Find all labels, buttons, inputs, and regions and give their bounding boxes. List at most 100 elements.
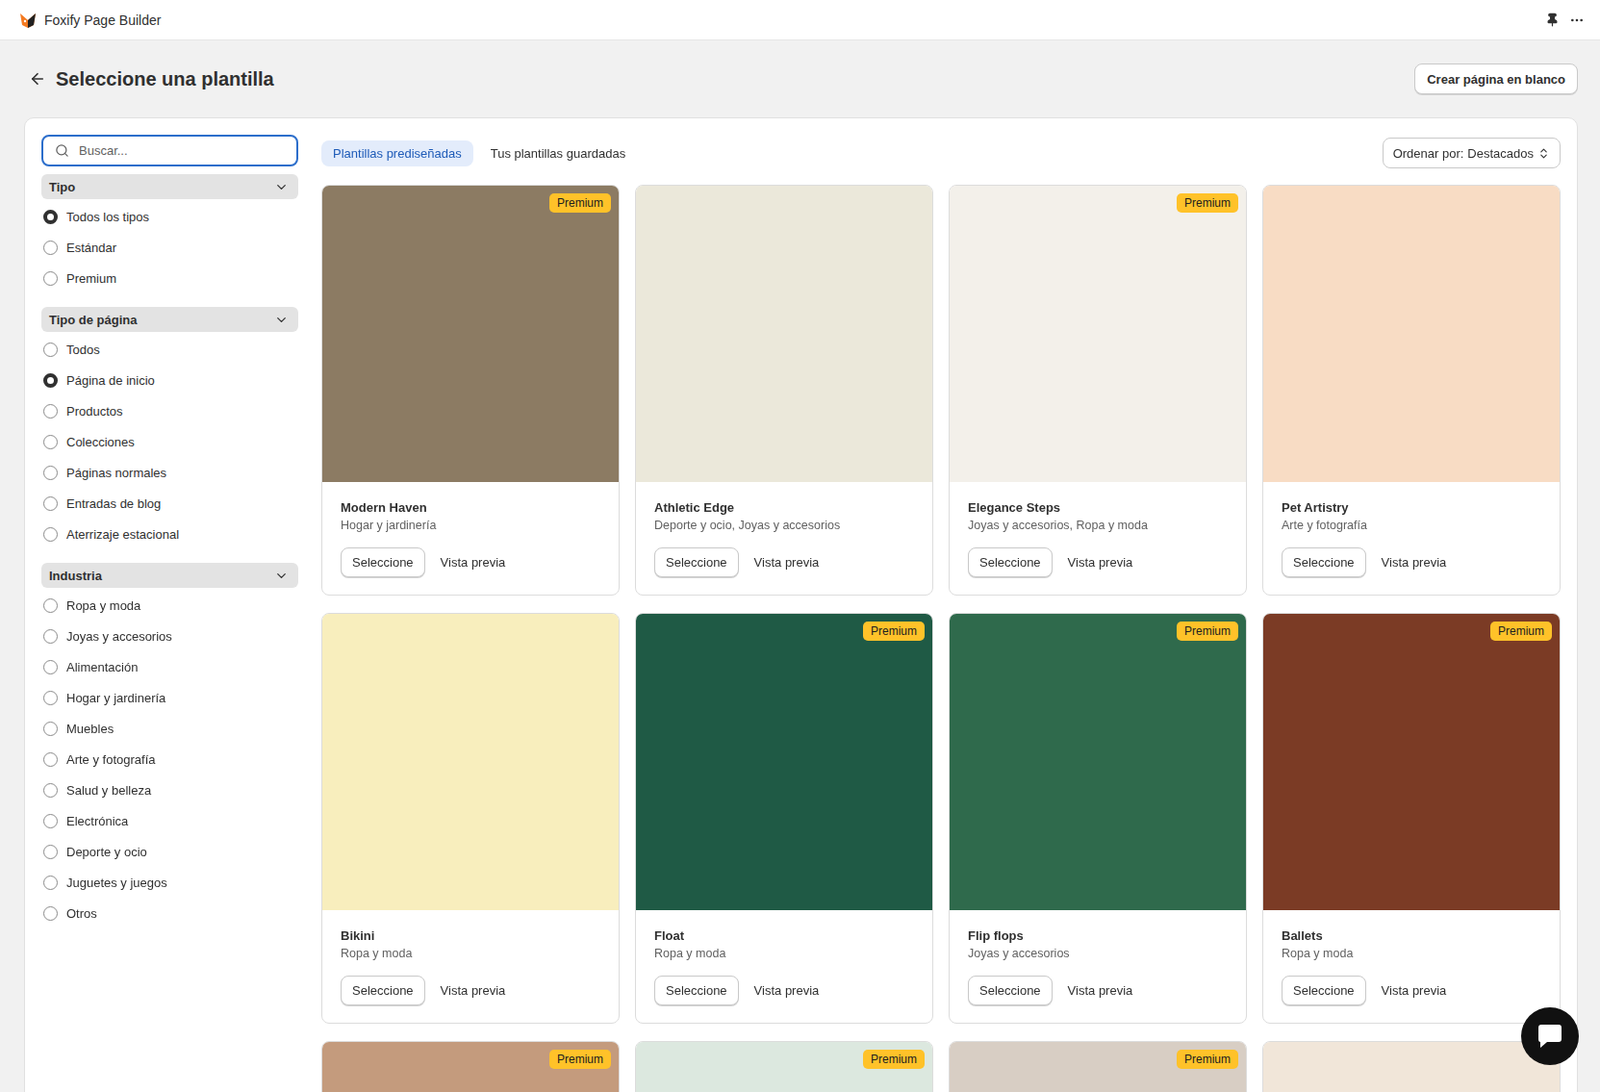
premium-badge: Premium: [549, 1049, 611, 1069]
filter-option[interactable]: Página de inicio: [41, 366, 299, 394]
radio-button[interactable]: [43, 660, 58, 675]
radio-button[interactable]: [43, 496, 58, 511]
radio-button[interactable]: [43, 598, 58, 613]
filter-section: Tipo de página Todos Página de inicio Produ…: [41, 306, 299, 548]
filter-option[interactable]: Colecciones: [41, 428, 299, 456]
pin-icon[interactable]: [1545, 12, 1560, 27]
chevron-down-icon: [274, 568, 289, 584]
select-button[interactable]: Seleccione: [967, 975, 1053, 1006]
radio-button[interactable]: [43, 813, 58, 829]
filter-option[interactable]: Hogar y jardinería: [41, 684, 299, 712]
radio-button[interactable]: [43, 373, 58, 388]
radio-button[interactable]: [43, 342, 58, 357]
radio-button[interactable]: [43, 404, 58, 419]
filter-option[interactable]: Productos: [41, 397, 299, 425]
filter-option[interactable]: Premium: [41, 264, 299, 292]
preview-button[interactable]: Vista previa: [1060, 977, 1142, 1004]
radio-button[interactable]: [43, 752, 58, 767]
radio-button[interactable]: [43, 465, 58, 481]
preview-button[interactable]: Vista previa: [1060, 549, 1142, 576]
select-button[interactable]: Seleccione: [654, 975, 739, 1006]
template-preview[interactable]: [1263, 185, 1560, 483]
filter-option[interactable]: Deporte y ocio: [41, 838, 299, 865]
up-down-icon: [1537, 147, 1550, 160]
filter-option[interactable]: Alimentación: [41, 653, 299, 681]
radio-button[interactable]: [43, 783, 58, 798]
search-field[interactable]: [41, 134, 299, 167]
radio-button[interactable]: [43, 629, 58, 644]
filter-option[interactable]: Aterrizaje estacional: [41, 520, 299, 548]
filter-option[interactable]: Páginas normales: [41, 458, 299, 486]
select-button[interactable]: Seleccione: [1281, 547, 1367, 578]
premium-badge: Premium: [1490, 621, 1552, 641]
filter-option[interactable]: Juguetes y juegos: [41, 868, 299, 896]
select-button[interactable]: Seleccione: [340, 547, 426, 578]
radio-button[interactable]: [43, 906, 58, 921]
filter-option[interactable]: Ropa y moda: [41, 591, 299, 619]
template-preview[interactable]: Premium: [949, 613, 1246, 911]
filter-option[interactable]: Joyas y accesorios: [41, 622, 299, 650]
more-icon[interactable]: [1569, 12, 1585, 28]
tab[interactable]: Plantillas prediseñadas: [321, 140, 474, 167]
template-actions: Seleccione Vista previa: [967, 547, 1228, 578]
template-name: Pet Artistry: [1281, 499, 1542, 517]
preview-button[interactable]: Vista previa: [432, 977, 514, 1004]
filter-section-header[interactable]: Tipo: [41, 174, 299, 200]
radio-button[interactable]: [43, 527, 58, 542]
template-preview[interactable]: [1263, 1041, 1560, 1092]
filter-option[interactable]: Electrónica: [41, 807, 299, 835]
template-preview[interactable]: [322, 613, 619, 911]
template-actions: Seleccione Vista previa: [654, 975, 915, 1006]
filter-option[interactable]: Todos: [41, 335, 299, 363]
radio-button[interactable]: [43, 721, 58, 737]
template-industry: Joyas y accesorios: [967, 944, 1228, 963]
blank-page-button[interactable]: Crear página en blanco: [1414, 63, 1578, 95]
radio-button[interactable]: [43, 690, 58, 706]
filter-option[interactable]: Entradas de blog: [41, 489, 299, 517]
template-preview[interactable]: Premium: [949, 1041, 1246, 1092]
preview-button[interactable]: Vista previa: [432, 549, 514, 576]
template-preview[interactable]: Premium: [322, 1041, 619, 1092]
template-preview[interactable]: Premium: [949, 185, 1246, 483]
filter-option[interactable]: Muebles: [41, 714, 299, 742]
chat-button[interactable]: [1521, 1007, 1579, 1066]
template-preview[interactable]: Premium: [1263, 613, 1560, 911]
select-button[interactable]: Seleccione: [1281, 975, 1367, 1006]
sort-select[interactable]: Ordenar por:Destacados: [1382, 137, 1561, 169]
preview-button[interactable]: Vista previa: [746, 549, 828, 576]
select-button[interactable]: Seleccione: [967, 547, 1053, 578]
radio-button[interactable]: [43, 875, 58, 890]
premium-badge: Premium: [1176, 1049, 1239, 1069]
template-name: Bikini: [340, 927, 601, 945]
template-card: PremiumFloatRopa y modaSeleccioneVista p…: [634, 612, 934, 1024]
tab[interactable]: Tus plantillas guardadas: [479, 140, 637, 167]
template-preview[interactable]: Premium: [635, 613, 933, 911]
template-card: Athletic EdgeDeporte y ocio, Joyas y acc…: [634, 184, 934, 596]
preview-button[interactable]: Vista previa: [746, 977, 828, 1004]
template-info: BalletsRopa y modaSeleccioneVista previa: [1263, 910, 1560, 1023]
filter-option[interactable]: Arte y fotografía: [41, 745, 299, 773]
filter-option[interactable]: Estándar: [41, 233, 299, 261]
radio-button[interactable]: [43, 844, 58, 860]
select-button[interactable]: Seleccione: [340, 975, 426, 1006]
filter-section-header[interactable]: Industria: [41, 562, 299, 588]
radio-button[interactable]: [43, 240, 58, 255]
preview-button[interactable]: Vista previa: [1373, 549, 1455, 576]
template-preview[interactable]: [635, 185, 933, 483]
filter-option[interactable]: Otros: [41, 899, 299, 927]
template-info: Modern HavenHogar y jardineríaSeleccione…: [322, 482, 619, 595]
preview-button[interactable]: Vista previa: [1373, 977, 1455, 1004]
template-preview[interactable]: Premium: [322, 185, 619, 483]
radio-button[interactable]: [43, 271, 58, 286]
filter-section-header[interactable]: Tipo de página: [41, 306, 299, 332]
filter-option[interactable]: Todos los tipos: [41, 203, 299, 230]
radio-button[interactable]: [43, 209, 58, 225]
template-preview[interactable]: Premium: [635, 1041, 933, 1092]
radio-button[interactable]: [43, 434, 58, 450]
search-input[interactable]: [76, 142, 285, 159]
premium-badge: Premium: [863, 1049, 925, 1069]
back-arrow-icon[interactable]: [28, 70, 47, 88]
select-button[interactable]: Seleccione: [654, 547, 739, 578]
filter-option[interactable]: Salud y belleza: [41, 776, 299, 804]
app-bar: Foxify Page Builder: [0, 0, 1600, 41]
